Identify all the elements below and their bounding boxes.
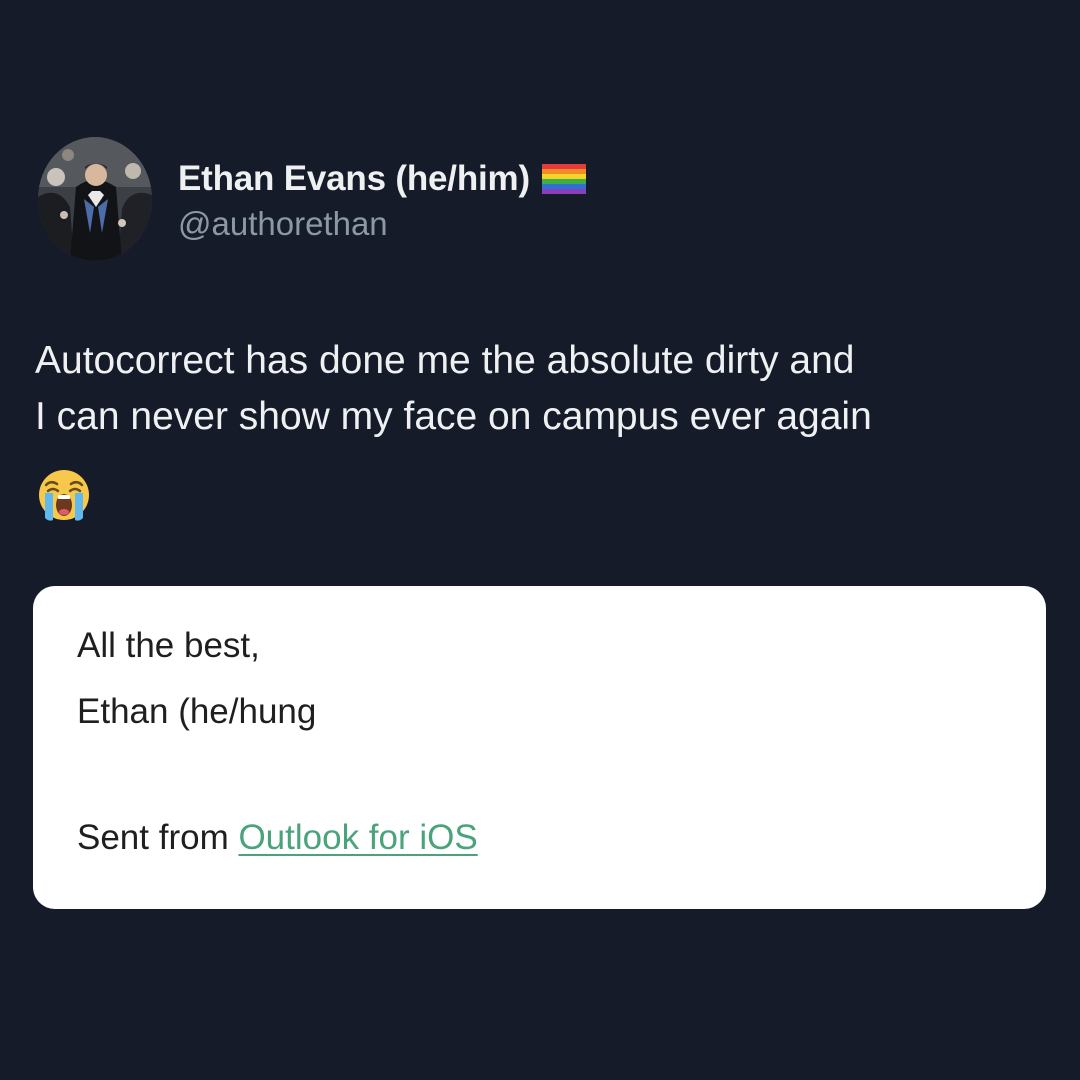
signature-greeting: All the best, [77, 626, 260, 665]
loudly-crying-face-icon [37, 468, 91, 522]
avatar-graduation-photo [38, 137, 152, 261]
email-signature-card: All the best, Ethan (he/hung Sent from O… [33, 586, 1046, 909]
display-name[interactable]: Ethan Evans (he/him) [178, 159, 530, 199]
rainbow-flag-icon [541, 164, 586, 194]
handle[interactable]: @authorethan [178, 205, 586, 243]
tweet-header: Ethan Evans (he/him) @authorethan [38, 137, 586, 261]
author-info: Ethan Evans (he/him) @authorethan [178, 155, 586, 243]
sent-from-line: Sent from Outlook for iOS [77, 818, 478, 858]
sent-from-prefix: Sent from [77, 818, 239, 857]
tweet-text: Autocorrect has done me the absolute dir… [35, 339, 872, 438]
avatar[interactable] [38, 137, 152, 261]
signature-name: Ethan (he/hung [77, 692, 317, 731]
display-name-row: Ethan Evans (he/him) [178, 155, 586, 203]
outlook-for-ios-link[interactable]: Outlook for iOS [238, 818, 477, 857]
